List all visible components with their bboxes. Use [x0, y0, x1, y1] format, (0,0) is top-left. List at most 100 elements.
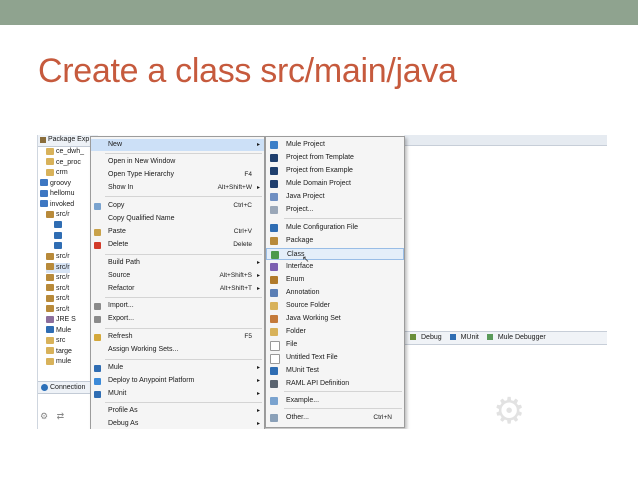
- tree-item[interactable]: hellomu: [40, 189, 75, 199]
- new-item-munit-test[interactable]: MUnit Test: [266, 365, 404, 377]
- new-item-class[interactable]: Class ↖: [266, 248, 404, 264]
- tree-item[interactable]: ce_dwh_: [46, 147, 84, 157]
- package-icon: [46, 305, 54, 313]
- menu-item-build-path[interactable]: Build Path ▸: [91, 257, 264, 269]
- export-icon: [94, 316, 101, 323]
- new-item-untitled-text-file[interactable]: Untitled Text File: [266, 352, 404, 364]
- tree-item[interactable]: [54, 242, 64, 252]
- package-explorer-icon: [40, 137, 46, 143]
- menu-item-copy-qualified-name[interactable]: Copy Qualified Name: [91, 213, 264, 225]
- copy-icon: [94, 203, 101, 210]
- menu-item-open-type-hierarchy[interactable]: Open Type Hierarchy F4: [91, 169, 264, 181]
- file-icon: [270, 341, 280, 351]
- menu-item-refactor[interactable]: Refactor Alt+Shift+T ▸: [91, 283, 264, 295]
- menu-separator: [284, 408, 402, 409]
- tree-item-label: Mule: [56, 326, 72, 334]
- menu-item-label: RAML API Definition: [286, 380, 350, 387]
- tree-item[interactable]: invoked: [40, 200, 74, 210]
- menu-item-new[interactable]: New ▸: [91, 139, 264, 151]
- tab-mule-debugger[interactable]: Mule Debugger: [484, 334, 546, 341]
- menu-item-show-in[interactable]: Show In Alt+Shift+W ▸: [91, 182, 264, 194]
- new-item-package[interactable]: Package: [266, 235, 404, 247]
- menu-item-paste[interactable]: Paste Ctrl+V: [91, 226, 264, 238]
- menu-item-export[interactable]: Export...: [91, 313, 264, 325]
- mule-project-icon: [270, 141, 278, 149]
- tree-item[interactable]: [54, 231, 64, 241]
- new-item-interface[interactable]: Interface: [266, 261, 404, 273]
- domain-icon: [270, 180, 278, 188]
- raml-icon: [270, 380, 278, 388]
- new-item-enum[interactable]: Enum: [266, 274, 404, 286]
- tree-item[interactable]: src/t: [46, 305, 69, 315]
- menu-item-label: Project...: [286, 206, 314, 213]
- menu-item-deploy-to-anypoint-platform[interactable]: Deploy to Anypoint Platform ▸: [91, 375, 264, 387]
- package-icon: [270, 237, 278, 245]
- menu-separator: [105, 297, 262, 298]
- new-item-java-project[interactable]: Java Project: [266, 191, 404, 203]
- menu-item-refresh[interactable]: Refresh F5: [91, 331, 264, 343]
- tree-item[interactable]: src/r: [46, 273, 70, 283]
- new-item-mule-domain-project[interactable]: Mule Domain Project: [266, 178, 404, 190]
- menu-item-assign-working-sets[interactable]: Assign Working Sets...: [91, 344, 264, 356]
- menu-item-source[interactable]: Source Alt+Shift+S ▸: [91, 270, 264, 282]
- tab-munit[interactable]: MUnit: [447, 334, 479, 341]
- tree-item[interactable]: src/t: [46, 294, 69, 304]
- tree-item-label: src/r: [56, 263, 70, 271]
- tree-item[interactable]: src/r: [46, 252, 70, 262]
- menu-item-label: Open in New Window: [108, 158, 176, 165]
- slide-top-bar: [0, 0, 638, 25]
- menu-item-munit[interactable]: MUnit ▸: [91, 388, 264, 400]
- tree-item[interactable]: src/r: [46, 210, 70, 220]
- tree-item[interactable]: mule: [46, 357, 71, 367]
- tree-item[interactable]: src: [46, 336, 65, 346]
- menu-item-delete[interactable]: Delete Delete: [91, 239, 264, 251]
- tree-item[interactable]: JRE S: [46, 315, 76, 325]
- new-item-file[interactable]: File: [266, 339, 404, 351]
- tab-debug[interactable]: Debug: [407, 334, 442, 341]
- menu-item-import[interactable]: Import...: [91, 300, 264, 312]
- example-wizard-icon: [270, 397, 278, 405]
- tree-item-label: src/r: [56, 274, 70, 281]
- new-item-java-working-set[interactable]: Java Working Set: [266, 313, 404, 325]
- menu-item-shortcut: Ctrl+N: [373, 414, 392, 421]
- menu-item-label: New: [108, 141, 123, 148]
- new-item-annotation[interactable]: Annotation: [266, 287, 404, 299]
- tree-item[interactable]: targe: [46, 347, 72, 357]
- new-item-project[interactable]: Project...: [266, 204, 404, 216]
- new-item-other[interactable]: Other... Ctrl+N: [266, 412, 404, 424]
- tree-item[interactable]: src/t: [46, 284, 69, 294]
- tree-item-label: ce_proc: [56, 158, 81, 166]
- menu-item-label: MUnit Test: [286, 367, 319, 374]
- menu-item-profile-as[interactable]: Profile As ▸: [91, 405, 264, 417]
- refresh-icon: [94, 334, 101, 341]
- new-item-project-from-example[interactable]: Project from Example: [266, 165, 404, 177]
- new-item-source-folder[interactable]: Source Folder: [266, 300, 404, 312]
- package-explorer-header[interactable]: Package Exp: [38, 135, 98, 147]
- connections-tab[interactable]: Connection: [38, 381, 98, 394]
- new-item-folder[interactable]: Folder: [266, 326, 404, 338]
- new-item-mule-project[interactable]: Mule Project: [266, 139, 404, 151]
- package-icon: [46, 284, 54, 292]
- menu-item-copy[interactable]: Copy Ctrl+C: [91, 200, 264, 212]
- menu-item-label: Untitled Text File: [286, 354, 338, 361]
- menu-item-debug-as[interactable]: Debug As ▸: [91, 418, 264, 429]
- tree-item[interactable]: src/r: [46, 262, 70, 273]
- menu-item-open-in-new-window[interactable]: Open in New Window: [91, 156, 264, 168]
- tree-item[interactable]: Mule: [46, 326, 71, 336]
- new-item-project-from-template[interactable]: Project from Template: [266, 152, 404, 164]
- new-item-example[interactable]: Example...: [266, 395, 404, 407]
- template-icon: [270, 154, 278, 162]
- tree-item[interactable]: groovy: [40, 179, 71, 189]
- tree-item[interactable]: ce_proc: [46, 158, 81, 168]
- menu-item-label: Interface: [286, 263, 314, 270]
- menu-item-mule[interactable]: Mule ▸: [91, 362, 264, 374]
- menu-item-label: Import...: [108, 302, 134, 309]
- jre-icon: [46, 315, 54, 323]
- menu-separator: [284, 218, 402, 219]
- tree-item[interactable]: [54, 221, 64, 231]
- interface-icon: [270, 263, 278, 271]
- new-item-raml-api-definition[interactable]: RAML API Definition: [266, 378, 404, 390]
- tree-item[interactable]: crm: [46, 168, 68, 178]
- new-item-mule-configuration-file[interactable]: Mule Configuration File: [266, 222, 404, 234]
- connections-toolbar[interactable]: ⚙ ⇄: [40, 411, 67, 422]
